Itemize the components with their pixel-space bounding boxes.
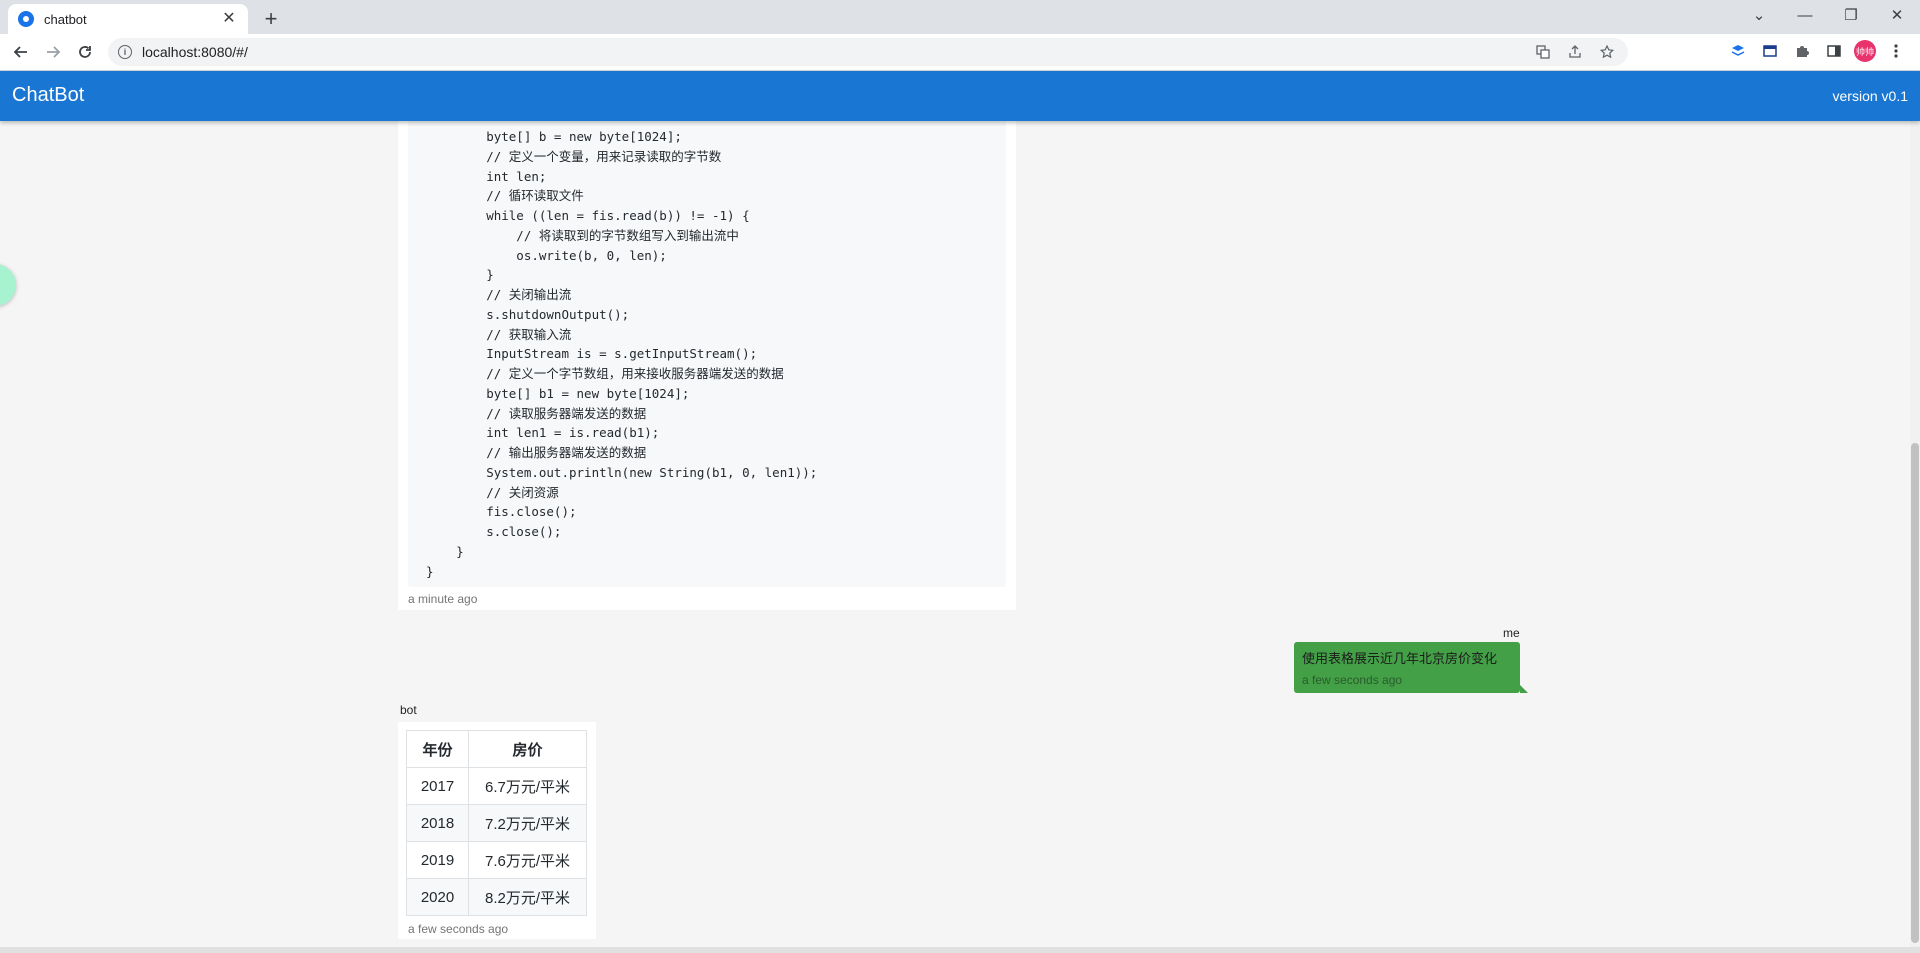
code-line: // 输出服务器端发送的数据: [426, 445, 647, 460]
code-line: // 定义一个变量，用来记录读取的字节数: [426, 148, 722, 164]
message-timestamp: a minute ago: [408, 592, 478, 606]
scrollbar-thumb[interactable]: [1911, 443, 1919, 943]
address-bar[interactable]: i localhost:8080/#/: [108, 38, 1628, 66]
table-cell-year: 2018: [406, 804, 469, 842]
extension-layers-icon[interactable]: [1726, 39, 1750, 63]
code-line: // 将读取到的字节数组写入到输出流中: [426, 227, 739, 243]
side-panel-icon[interactable]: [1822, 39, 1846, 63]
url-text: localhost:8080/#/: [142, 44, 248, 60]
table-header-year: 年份: [406, 730, 469, 768]
code-line: // 关闭输出流: [426, 287, 572, 302]
table-cell-year: 2020: [406, 878, 469, 916]
tab-search-icon[interactable]: ⌄: [1736, 0, 1782, 30]
code-line: while ((len = fis.read(b)) != -1) {: [426, 208, 750, 223]
tab-close-icon[interactable]: ✕: [220, 10, 238, 28]
code-line: // 循环读取文件: [426, 188, 584, 204]
code-line: }: [426, 543, 464, 559]
site-info-icon[interactable]: i: [118, 45, 132, 59]
price-table: 年份 房价 2017 6.7万元/平米 2018 7.2万元/平米 2019 7…: [406, 730, 587, 916]
table-cell-price: 7.6万元/平米: [468, 841, 587, 879]
tab-title: chatbot: [44, 11, 87, 27]
user-message-text: 使用表格展示近几年北京房价变化: [1302, 651, 1498, 666]
minimize-icon[interactable]: —: [1782, 0, 1828, 30]
browser-tab[interactable]: chatbot ✕: [8, 4, 248, 34]
user-sender-label: me: [1503, 626, 1520, 640]
table-row: 2020 8.2万元/平米: [406, 878, 587, 916]
table-header-row: 年份 房价: [406, 730, 587, 768]
code-line: s.shutdownOutput();: [426, 306, 630, 322]
reload-icon[interactable]: [72, 39, 98, 65]
code-line: // 读取服务器端发送的数据: [426, 405, 647, 421]
code-line: s.close();: [426, 524, 562, 539]
code-line: byte[] b = new byte[1024];: [426, 129, 682, 144]
code-line: int len1 = is.read(b1);: [426, 425, 660, 441]
floating-action-button[interactable]: [0, 264, 16, 306]
new-tab-button[interactable]: +: [258, 6, 284, 32]
table-row: 2017 6.7万元/平米: [406, 767, 587, 805]
app-favicon-icon: [18, 11, 34, 27]
code-line: InputStream is = s.getInputStream();: [426, 346, 758, 362]
table-cell-year: 2017: [406, 767, 469, 805]
bot-sender-label: bot: [400, 703, 417, 717]
back-icon[interactable]: [8, 39, 34, 65]
browser-tabstrip: chatbot ✕ + ⌄ — ❐ ✕: [0, 0, 1920, 34]
code-block: byte[] b = new byte[1024]; // 定义一个变量，用来记…: [408, 121, 1006, 587]
bot-table-message: 年份 房价 2017 6.7万元/平米 2018 7.2万元/平米 2019 7…: [398, 722, 596, 939]
browser-toolbar: i localhost:8080/#/ 帅帅: [0, 34, 1920, 71]
code-line: System.out.println(new String(b1, 0, len…: [426, 464, 818, 480]
bottom-edge: [0, 947, 1920, 953]
code-line: int len;: [426, 168, 547, 184]
translate-icon[interactable]: [1532, 41, 1554, 63]
table-cell-price: 8.2万元/平米: [468, 878, 587, 916]
browser-menu-icon[interactable]: [1884, 39, 1908, 63]
chat-area[interactable]: byte[] b = new byte[1024]; // 定义一个变量，用来记…: [0, 121, 1920, 947]
table-cell-price: 6.7万元/平米: [468, 767, 587, 805]
user-message-bubble: 使用表格展示近几年北京房价变化 a few seconds ago: [1294, 642, 1528, 693]
code-line: fis.close();: [426, 504, 577, 520]
app-header: ChatBot version v0.1: [0, 71, 1920, 121]
table-cell-price: 7.2万元/平米: [468, 804, 587, 842]
code-line: }: [426, 563, 434, 579]
profile-avatar[interactable]: 帅帅: [1854, 40, 1876, 62]
forward-icon[interactable]: [40, 39, 66, 65]
code-line: }: [426, 267, 494, 283]
message-timestamp: a few seconds ago: [408, 922, 509, 936]
extension-window-icon[interactable]: [1758, 39, 1782, 63]
app-version: version v0.1: [1832, 88, 1908, 104]
restore-icon[interactable]: ❐: [1828, 0, 1874, 30]
extensions-puzzle-icon[interactable]: [1790, 39, 1814, 63]
table-row: 2018 7.2万元/平米: [406, 804, 587, 842]
bookmark-star-icon[interactable]: [1596, 41, 1618, 63]
table-row: 2019 7.6万元/平米: [406, 841, 587, 879]
app-title: ChatBot: [12, 84, 85, 106]
code-line: byte[] b1 = new byte[1024];: [426, 385, 690, 401]
share-icon[interactable]: [1564, 41, 1586, 63]
code-line: os.write(b, 0, len);: [426, 247, 667, 263]
table-cell-year: 2019: [406, 841, 469, 879]
window-close-icon[interactable]: ✕: [1874, 0, 1920, 30]
code-line: // 获取输入流: [426, 326, 572, 342]
code-line: // 定义一个字节数组，用来接收服务器端发送的数据: [426, 366, 784, 381]
code-line: // 关闭资源: [426, 484, 559, 500]
bot-code-message: byte[] b = new byte[1024]; // 定义一个变量，用来记…: [398, 121, 1016, 610]
message-timestamp: a few seconds ago: [1302, 673, 1403, 687]
table-header-price: 房价: [468, 730, 587, 768]
